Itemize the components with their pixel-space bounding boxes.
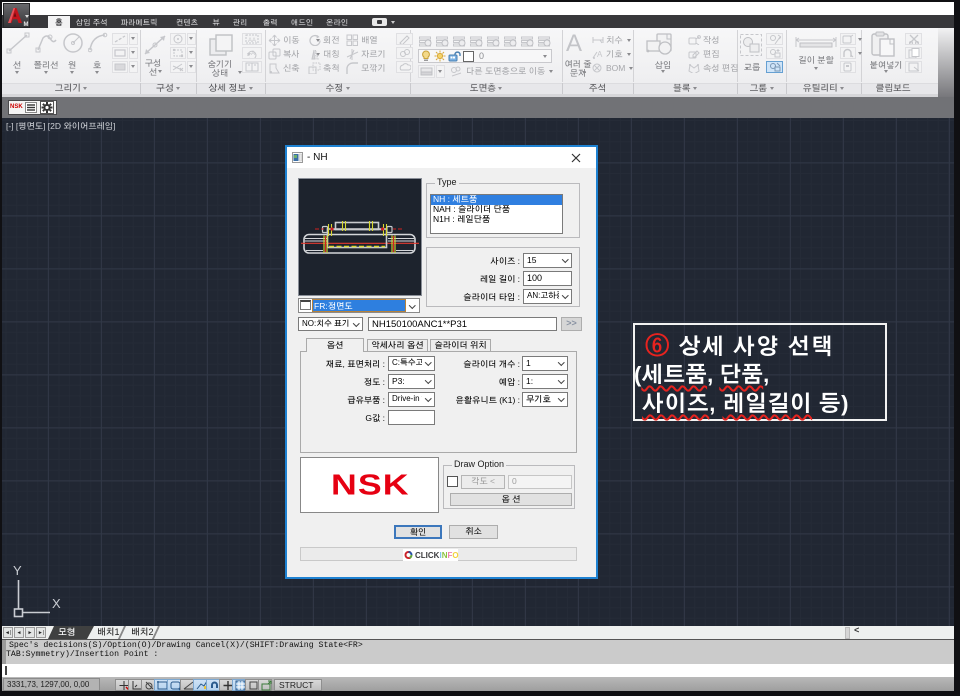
svg-text:A: A [597, 51, 603, 59]
svg-text:A: A [251, 51, 255, 57]
svg-text:X: X [52, 596, 61, 611]
svg-text:Y: Y [13, 563, 22, 578]
svg-text:AA: AA [248, 38, 256, 44]
